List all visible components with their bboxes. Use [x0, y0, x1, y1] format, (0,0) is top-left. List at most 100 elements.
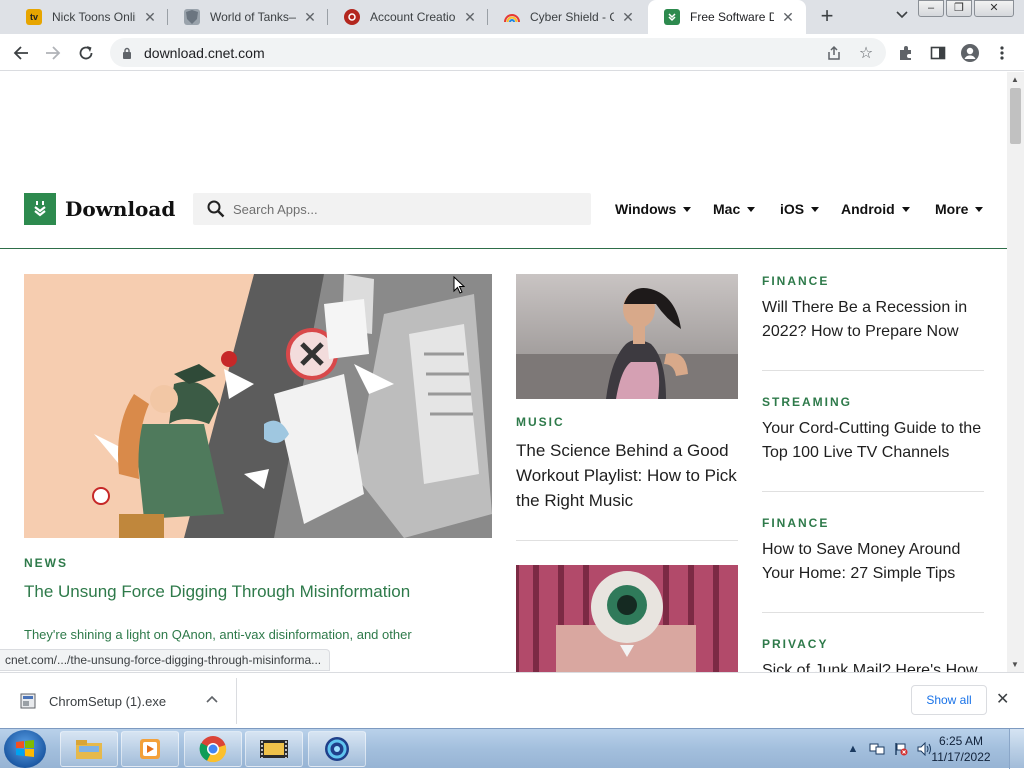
feature-illustration[interactable] [24, 274, 492, 538]
site-logo[interactable]: Download [24, 193, 175, 225]
back-button[interactable] [8, 40, 34, 66]
shield-favicon-icon [184, 9, 200, 25]
browser-toolbar: download.cnet.com ☆ [0, 34, 1024, 71]
save-money-headline[interactable]: How to Save Money Around Your Home: 27 S… [762, 538, 984, 586]
nav-ios[interactable]: iOS [780, 201, 820, 217]
start-button[interactable] [4, 730, 46, 768]
bookmark-star-icon[interactable]: ☆ [856, 43, 876, 63]
network-icon[interactable] [869, 741, 885, 757]
page-scrollbar[interactable]: ▲ ▼ [1007, 72, 1024, 672]
window-controls: – ❐ ✕ [916, 0, 1014, 17]
tab-title: Cyber Shield - Ch [530, 10, 614, 24]
taskbar-app-swirl[interactable] [308, 731, 366, 767]
caret-down-icon [747, 206, 756, 212]
nav-windows[interactable]: Windows [615, 201, 692, 217]
caret-down-icon [975, 206, 984, 212]
system-tray: ▲ [845, 729, 941, 769]
forward-button[interactable] [40, 40, 66, 66]
privacy-category[interactable]: PRIVACY [762, 637, 828, 651]
action-center-flag-icon[interactable] [893, 741, 909, 757]
tab-world-of-tanks[interactable]: World of Tanks—F ✕ [168, 0, 328, 34]
tab-account-creation[interactable]: Account Creation ✕ [328, 0, 488, 34]
lock-icon[interactable] [120, 46, 134, 60]
show-desktop-button[interactable] [1009, 729, 1024, 769]
close-shelf-icon[interactable]: ✕ [996, 689, 1009, 709]
close-tab-icon[interactable]: ✕ [780, 9, 796, 25]
nav-mac[interactable]: Mac [713, 201, 756, 217]
taskbar-movie-maker[interactable] [245, 731, 303, 767]
scroll-up-arrow-icon[interactable]: ▲ [1011, 75, 1019, 84]
tab-title: Account Creation [370, 10, 456, 24]
feature-description: They're shining a light on QAnon, anti-v… [24, 627, 412, 642]
close-tab-icon[interactable]: ✕ [142, 9, 158, 25]
caret-down-icon [901, 206, 910, 212]
chrome-menu-icon[interactable] [989, 40, 1015, 66]
finance-category[interactable]: FINANCE [762, 274, 829, 288]
share-icon[interactable] [824, 43, 844, 63]
taskbar-explorer[interactable] [60, 731, 118, 767]
tab-search-chevron-icon[interactable] [896, 8, 908, 22]
mouse-cursor-icon [453, 276, 465, 294]
show-hidden-icons-arrow-icon[interactable]: ▲ [845, 741, 861, 757]
tab-cyber-shield[interactable]: Cyber Shield - Ch ✕ [488, 0, 646, 34]
chevron-up-icon[interactable] [206, 692, 218, 706]
tab-nick-toons[interactable]: tv Nick Toons Online ✕ [10, 0, 168, 34]
nav-android[interactable]: Android [841, 201, 910, 217]
logo-text: Download [65, 197, 176, 221]
close-tab-icon[interactable]: ✕ [302, 9, 318, 25]
restore-button[interactable]: ❐ [946, 0, 972, 17]
caret-down-icon [683, 206, 692, 212]
finance-category[interactable]: FINANCE [762, 516, 829, 530]
download-logo-icon [24, 193, 56, 225]
side-panel-icon[interactable] [925, 40, 951, 66]
link-status-bubble: cnet.com/.../the-unsung-force-digging-th… [0, 649, 331, 671]
tab-title: World of Tanks—F [210, 10, 296, 24]
profile-avatar-icon[interactable] [957, 40, 983, 66]
taskbar-chrome[interactable] [184, 731, 242, 767]
film-strip-icon [260, 740, 288, 758]
feature-headline[interactable]: The Unsung Force Digging Through Misinfo… [24, 582, 410, 602]
extensions-puzzle-icon[interactable] [893, 40, 919, 66]
search-input[interactable] [233, 201, 563, 217]
installer-file-icon [20, 693, 36, 709]
scrollbar-thumb[interactable] [1010, 88, 1021, 144]
caret-down-icon [811, 206, 820, 212]
download-favicon-icon [664, 9, 680, 25]
nav-more[interactable]: More [935, 201, 984, 217]
workout-runner-image[interactable] [516, 274, 738, 399]
search-icon [207, 200, 225, 218]
clock-date: 11/17/2022 [931, 750, 991, 764]
download-shelf: ChromSetup (1).exe Show all ✕ [0, 672, 1024, 728]
media-player-icon [140, 739, 160, 759]
music-category[interactable]: MUSIC [516, 415, 565, 429]
tab-free-software-download[interactable]: Free Software Do ✕ [648, 0, 806, 34]
minimize-button[interactable]: – [918, 0, 944, 17]
show-all-downloads-button[interactable]: Show all [911, 685, 987, 715]
scroll-down-arrow-icon[interactable]: ▼ [1011, 660, 1019, 669]
url-text: download.cnet.com [144, 44, 265, 61]
music-headline[interactable]: The Science Behind a Good Workout Playli… [516, 438, 742, 513]
cord-cutting-headline[interactable]: Your Cord-Cutting Guide to the Top 100 L… [762, 417, 984, 465]
download-file-name: ChromSetup (1).exe [49, 693, 167, 709]
chrome-icon [199, 736, 227, 763]
close-window-button[interactable]: ✕ [974, 0, 1014, 17]
tv-favicon-icon: tv [26, 9, 42, 25]
streaming-category[interactable]: STREAMING [762, 395, 852, 409]
eyeball-illustration-image[interactable] [516, 565, 738, 672]
rainbow-favicon-icon [504, 9, 520, 25]
junk-mail-headline[interactable]: Sick of Junk Mail? Here's How [762, 659, 984, 672]
close-tab-icon[interactable]: ✕ [462, 9, 478, 25]
download-item[interactable]: ChromSetup (1).exe [16, 686, 236, 716]
address-bar[interactable]: download.cnet.com ☆ [110, 38, 886, 67]
feature-category[interactable]: NEWS [24, 556, 68, 570]
taskbar-media-player[interactable] [121, 731, 179, 767]
search-box[interactable] [193, 193, 591, 225]
new-tab-button[interactable]: + [816, 5, 838, 28]
taskbar-clock[interactable]: 6:25 AM 11/17/2022 [928, 733, 994, 765]
reload-button[interactable] [73, 40, 99, 66]
close-tab-icon[interactable]: ✕ [620, 9, 636, 25]
folder-icon [76, 740, 102, 759]
windows-taskbar: ▲ 6:25 AM 11/17/2022 [0, 728, 1024, 769]
tab-title: Nick Toons Online [52, 10, 136, 24]
recession-headline[interactable]: Will There Be a Recession in 2022? How t… [762, 296, 984, 344]
